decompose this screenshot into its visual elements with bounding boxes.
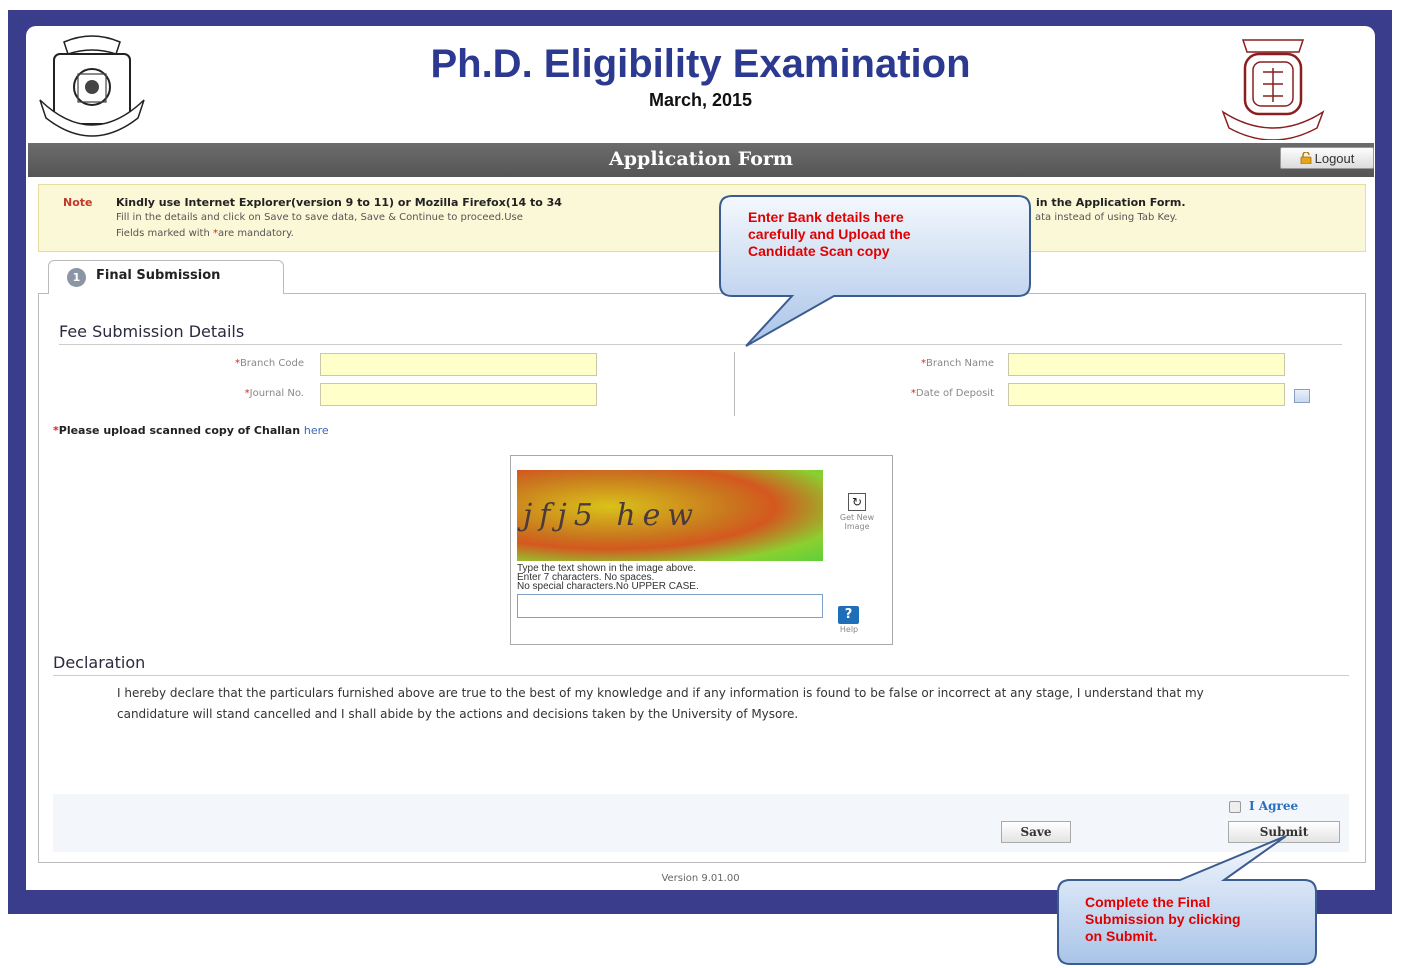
page-title: Ph.D. Eligibility Examination [430, 42, 971, 86]
bank-callout-text: Enter Bank details here carefully and Up… [748, 209, 911, 259]
page-header: Ph.D. Eligibility Examination March, 201… [26, 26, 1375, 142]
captcha-image: jfj5 hew [517, 470, 823, 561]
captcha-instruction-3: No special characters.No UPPER CASE. [517, 581, 699, 592]
calendar-icon[interactable] [1294, 389, 1310, 403]
app-title-bar: Application Form [28, 143, 1374, 177]
fee-section-rule [59, 344, 1342, 345]
date-of-deposit-label: *Date of Deposit [910, 388, 994, 399]
tab-step-number: 1 [67, 268, 86, 287]
branch-code-label: *Branch Code [234, 358, 304, 369]
agree-label[interactable]: I Agree [1249, 799, 1298, 813]
note-box: Note Kindly use Internet Explorer(versio… [38, 184, 1366, 252]
upload-challan-link[interactable]: here [304, 424, 329, 437]
logout-button[interactable]: Logout [1280, 147, 1374, 169]
tab-final-submission[interactable]: 1 Final Submission [48, 260, 284, 294]
captcha-widget: jfj5 hew ↻ Get New Image Type the text s… [510, 455, 893, 645]
refresh-captcha-label: Get New Image [839, 513, 875, 531]
tab-label: Final Submission [96, 268, 221, 283]
note-mandatory-text: Fields marked with *are mandatory. [116, 228, 294, 239]
captcha-input[interactable] [517, 594, 823, 618]
application-page: Ph.D. Eligibility Examination March, 201… [26, 26, 1375, 890]
declaration-rule [53, 675, 1349, 676]
date-of-deposit-input[interactable] [1008, 383, 1285, 406]
refresh-captcha-icon[interactable]: ↻ [848, 493, 866, 511]
logout-label: Logout [1314, 150, 1355, 166]
university-emblem-right [1221, 39, 1325, 140]
captcha-image-text: jfj5 hew [523, 498, 701, 533]
field-column-divider [734, 352, 735, 416]
page-subtitle: March, 2015 [648, 90, 753, 110]
fee-section-title: Fee Submission Details [59, 322, 245, 341]
upload-challan-text: *Please upload scanned copy of Challan h… [53, 424, 329, 437]
note-save-text-end: ata instead of using Tab Key. [1035, 212, 1178, 223]
form-title: Application Form [609, 148, 793, 170]
branch-name-label: *Branch Name [921, 358, 994, 369]
lock-icon [1300, 152, 1312, 164]
captcha-instructions: Type the text shown in the image above. … [517, 564, 699, 592]
note-browser-text-end: in the Application Form. [1036, 196, 1186, 209]
agree-checkbox[interactable] [1229, 801, 1241, 813]
journal-no-input[interactable] [320, 383, 597, 406]
journal-no-label: *Journal No. [244, 388, 304, 399]
declaration-text: I hereby declare that the particulars fu… [117, 686, 1204, 721]
declaration-title: Declaration [53, 653, 146, 672]
note-browser-text: Kindly use Internet Explorer(version 9 t… [116, 196, 562, 209]
submit-callout-text: Complete the Final Submission by clickin… [1085, 894, 1241, 944]
branch-name-input[interactable] [1008, 353, 1285, 376]
note-save-text: Fill in the details and click on Save to… [116, 212, 523, 223]
captcha-help-label: Help [839, 625, 859, 634]
branch-code-input[interactable] [320, 353, 597, 376]
captcha-help-icon[interactable]: ? [838, 606, 859, 624]
form-panel: Fee Submission Details *Branch Code *Jou… [38, 293, 1366, 863]
note-label: Note [63, 196, 93, 209]
